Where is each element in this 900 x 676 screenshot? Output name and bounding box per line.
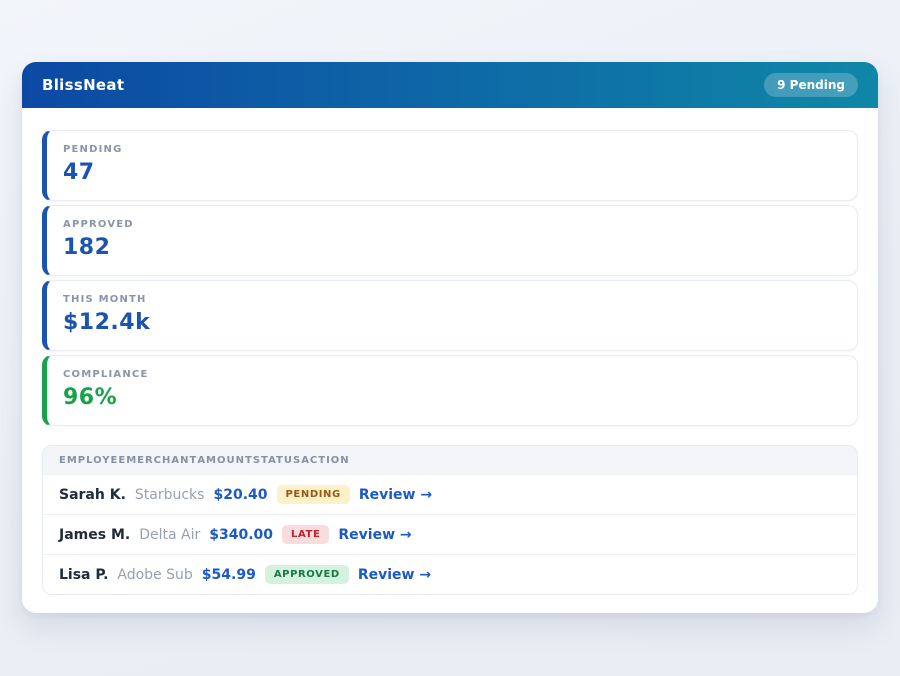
column-header-amount: AMOUNT [197, 455, 253, 466]
main-card: BlissNeat 9 Pending PENDING 47 APPROVED … [22, 62, 878, 613]
column-header-action: ACTION [301, 455, 350, 466]
table-header-row: EMPLOYEEMERCHANTAMOUNTSTATUSACTION [43, 446, 857, 474]
expense-table: EMPLOYEEMERCHANTAMOUNTSTATUSACTION Sarah… [42, 445, 858, 595]
stat-value: 182 [63, 235, 841, 260]
stat-card-compliance: COMPLIANCE 96% [42, 355, 858, 426]
stat-label: APPROVED [63, 219, 841, 230]
expense-amount: $340.00 [209, 527, 273, 543]
employee-name: James M. [59, 527, 130, 543]
expense-amount: $54.99 [202, 567, 256, 583]
merchant-name: Starbucks [135, 487, 205, 503]
dashboard-content: PENDING 47 APPROVED 182 THIS MONTH $12.4… [22, 108, 878, 615]
merchant-name: Adobe Sub [117, 567, 192, 583]
stat-label: PENDING [63, 144, 841, 155]
stat-card-approved: APPROVED 182 [42, 205, 858, 276]
table-row: James M. Delta Air $340.00 LATE Review → [43, 514, 857, 554]
column-header-status: STATUS [253, 455, 301, 466]
employee-name: Lisa P. [59, 567, 108, 583]
app-header: BlissNeat 9 Pending [22, 62, 878, 108]
status-badge: LATE [282, 525, 329, 544]
column-header-merchant: MERCHANT [126, 455, 197, 466]
column-header-employee: EMPLOYEE [59, 455, 126, 466]
app-title: BlissNeat [42, 76, 124, 94]
review-link[interactable]: Review → [358, 567, 431, 583]
expense-amount: $20.40 [213, 487, 267, 503]
stat-label: COMPLIANCE [63, 369, 841, 380]
stat-label: THIS MONTH [63, 294, 841, 305]
header-pending-badge[interactable]: 9 Pending [764, 73, 858, 97]
stat-value: $12.4k [63, 310, 841, 335]
status-badge: APPROVED [265, 565, 349, 584]
employee-name: Sarah K. [59, 487, 126, 503]
merchant-name: Delta Air [139, 527, 200, 543]
stat-card-pending: PENDING 47 [42, 130, 858, 201]
stat-value: 96% [63, 385, 841, 410]
table-row: Sarah K. Starbucks $20.40 PENDING Review… [43, 474, 857, 514]
status-badge: PENDING [277, 485, 350, 504]
stat-card-this-month: THIS MONTH $12.4k [42, 280, 858, 351]
table-row: Lisa P. Adobe Sub $54.99 APPROVED Review… [43, 554, 857, 594]
review-link[interactable]: Review → [338, 527, 411, 543]
stat-value: 47 [63, 160, 841, 185]
review-link[interactable]: Review → [359, 487, 432, 503]
